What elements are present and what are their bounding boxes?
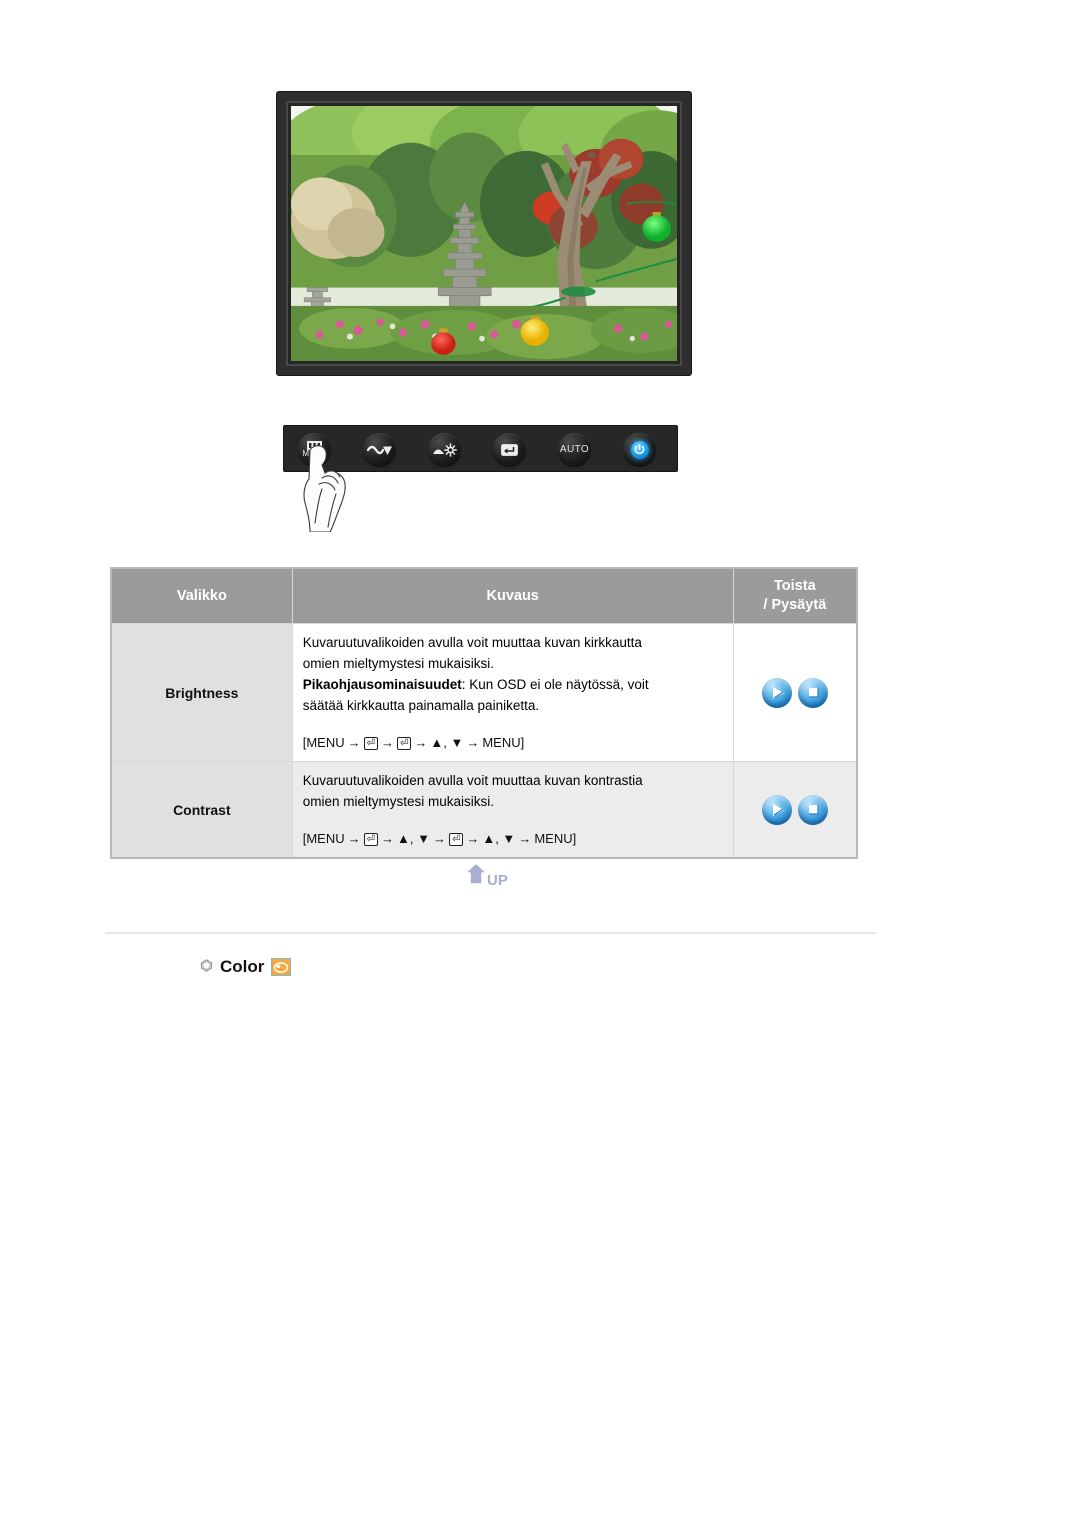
enter-button[interactable] xyxy=(493,433,526,466)
color-section-heading: Color xyxy=(200,957,292,977)
enter-key-icon xyxy=(501,443,518,456)
desc-bold-term: Pikaohjausominaisuudet xyxy=(302,677,462,692)
play-orb-icon[interactable] xyxy=(761,794,792,825)
desc-line-1: Kuvaruutuvalikoiden avulla voit muuttaa … xyxy=(302,635,642,650)
desc-line-3-rest: : Kun OSD ei ole näytössä, voit xyxy=(461,677,649,692)
monitor-control-panel: MENU AUTO xyxy=(283,425,678,472)
enter-key-icon: ⏎ xyxy=(396,737,412,750)
garden-scene-image xyxy=(291,106,677,361)
row-description-brightness: Kuvaruutuvalikoiden avulla voit muuttaa … xyxy=(291,623,734,762)
brightness-sun-icon xyxy=(432,442,457,457)
arrow-glyph: → xyxy=(518,831,532,846)
menu-button-label: MENU xyxy=(302,449,327,458)
table-row: Contrast Kuvaruutuvalikoiden avulla voit… xyxy=(110,761,858,859)
auto-button[interactable]: AUTO xyxy=(558,433,591,466)
seq-token-menu-open: [MENU xyxy=(302,735,345,750)
header-valikko: Valikko xyxy=(110,567,293,624)
updown-triangles: ▲, ▼ xyxy=(482,831,516,846)
menu-button[interactable]: MENU xyxy=(298,433,331,466)
arrow-glyph: → xyxy=(380,831,394,846)
source-down-icon xyxy=(366,443,392,457)
auto-button-label: AUTO xyxy=(559,443,590,455)
color-section-label: Color xyxy=(220,957,265,976)
pause-orb-icon[interactable] xyxy=(797,794,828,825)
seq-token-menu-close: MENU] xyxy=(482,735,525,750)
row-description-contrast: Kuvaruutuvalikoiden avulla voit muuttaa … xyxy=(291,761,734,859)
desc-line-3: Pikaohjausominaisuudet: Kun OSD ei ole n… xyxy=(303,674,723,695)
section-divider xyxy=(105,932,876,934)
hexagon-bullet-icon xyxy=(200,957,213,977)
updown-triangles: ▲, ▼ xyxy=(430,735,464,750)
table-row: Brightness Kuvaruutuvalikoiden avulla vo… xyxy=(110,623,858,762)
osd-menu-table: Valikko Kuvaus Toista / Pysäytä Brightne… xyxy=(110,567,858,859)
key-sequence-brightness: [MENU → ⏎ → ⏎ → ▲, ▼ → MENU] xyxy=(303,732,723,753)
row-toista-brightness xyxy=(732,623,858,762)
arrow-glyph: → xyxy=(466,831,480,846)
power-button[interactable] xyxy=(623,433,656,466)
table-header-row: Valikko Kuvaus Toista / Pysäytä xyxy=(110,567,858,624)
seq-token-menu-open: [MENU xyxy=(302,831,345,846)
up-button[interactable]: UP xyxy=(462,859,510,891)
play-orb-icon[interactable] xyxy=(761,677,792,708)
row-label-contrast: Contrast xyxy=(110,761,293,859)
monitor-screen xyxy=(291,106,677,361)
power-icon xyxy=(630,440,649,459)
header-toista-line2: / Pysäytä xyxy=(763,597,827,613)
up-button-label: UP xyxy=(487,872,508,889)
source-down-button[interactable] xyxy=(363,433,396,466)
arrow-glyph: → xyxy=(414,735,428,750)
brightness-button[interactable] xyxy=(428,433,461,466)
desc-line-2: omien mieltymystesi mukaisiksi. xyxy=(302,794,494,809)
monitor-figure xyxy=(276,91,692,376)
enter-key-icon: ⏎ xyxy=(363,737,378,750)
desc-line-4: säätää kirkkautta painamalla painiketta. xyxy=(302,698,540,713)
enter-key-icon: ⏎ xyxy=(363,833,378,846)
arrow-glyph: → xyxy=(466,735,480,750)
header-toista: Toista / Pysäytä xyxy=(732,567,858,624)
header-kuvaus: Kuvaus xyxy=(291,567,734,624)
updown-triangles: ▲, ▼ xyxy=(396,831,430,846)
header-toista-line1: Toista xyxy=(774,578,816,594)
desc-line-2: omien mieltymystesi mukaisiksi. xyxy=(302,656,494,671)
arrow-glyph: → xyxy=(432,831,446,846)
color-palette-icon xyxy=(271,958,292,976)
desc-line-1: Kuvaruutuvalikoiden avulla voit muuttaa … xyxy=(302,773,643,788)
enter-key-icon: ⏎ xyxy=(448,833,464,846)
key-sequence-contrast: [MENU → ⏎ → ▲, ▼ → ⏎ → ▲, ▼ → MENU] xyxy=(303,828,723,849)
row-label-brightness: Brightness xyxy=(110,623,293,762)
arrow-glyph: → xyxy=(347,831,361,846)
seq-token-menu-close: MENU] xyxy=(534,831,577,846)
arrow-glyph: → xyxy=(347,735,361,750)
pause-orb-icon[interactable] xyxy=(797,677,828,708)
monitor-bezel xyxy=(286,101,682,366)
row-toista-contrast xyxy=(732,761,858,859)
arrow-glyph: → xyxy=(380,735,394,750)
